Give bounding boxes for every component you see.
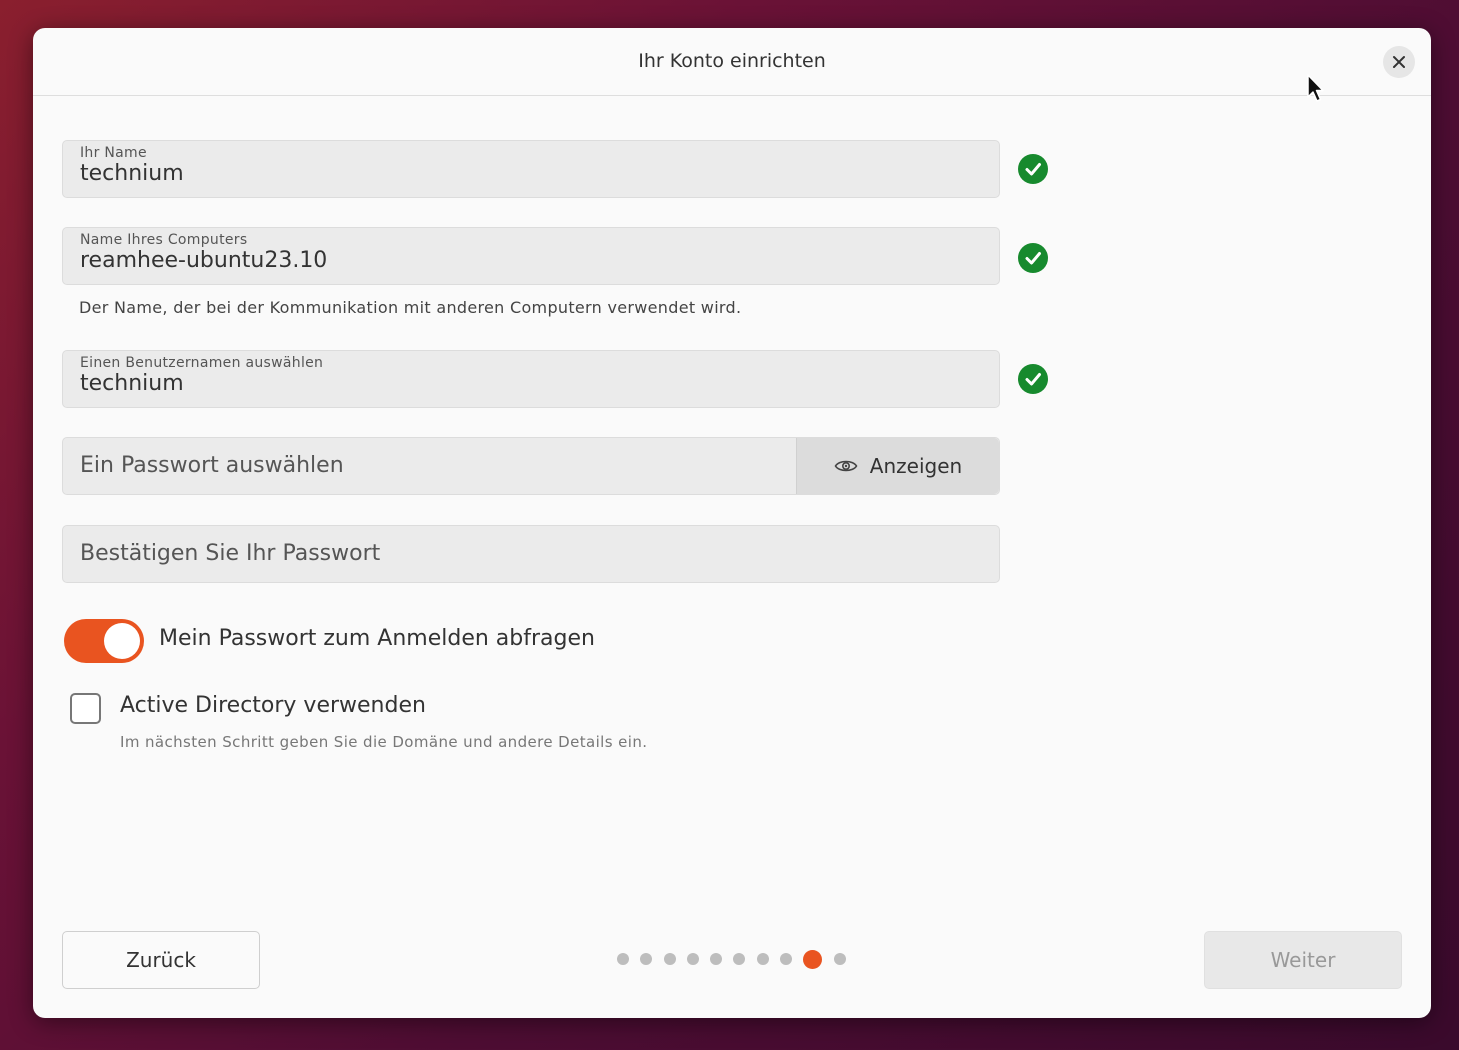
step-dot [640, 953, 653, 965]
back-button[interactable]: Zurück [62, 931, 260, 989]
step-dot [686, 953, 699, 965]
username-field-label: Einen Benutzernamen auswählen [80, 355, 324, 371]
eye-icon [834, 460, 858, 472]
dialog-header: Ihr Konto einrichten [33, 28, 1431, 96]
confirm-password-field[interactable]: Bestätigen Sie Ihr Passwort [62, 525, 1000, 583]
show-password-button[interactable]: Anzeigen [796, 438, 999, 494]
show-password-label: Anzeigen [869, 454, 963, 478]
step-dot [733, 953, 746, 965]
active-directory-label: Active Directory verwenden [120, 693, 426, 718]
computer-name-field-label: Name Ihres Computers [80, 232, 248, 248]
setup-account-dialog: Ihr Konto einrichten Ihr Name technium N… [33, 28, 1431, 1018]
mouse-cursor-icon [1307, 74, 1324, 102]
step-indicator [617, 949, 857, 969]
dialog-title: Ihr Konto einrichten [638, 50, 826, 72]
confirm-password-placeholder: Bestätigen Sie Ihr Passwort [80, 541, 381, 566]
name-field-value: technium [80, 161, 184, 186]
password-placeholder: Ein Passwort auswählen [80, 453, 344, 478]
name-valid-check-icon [1018, 154, 1048, 184]
username-field[interactable]: Einen Benutzernamen auswählen technium [62, 350, 1000, 408]
step-dot [617, 953, 629, 965]
name-field-label: Ihr Name [80, 145, 147, 161]
step-dot [710, 953, 723, 965]
computer-name-field[interactable]: Name Ihres Computers reamhee-ubuntu23.10 [62, 227, 1000, 285]
name-field[interactable]: Ihr Name technium [62, 140, 1000, 198]
step-dot [833, 953, 846, 965]
toggle-knob [104, 623, 140, 659]
active-directory-checkbox[interactable] [70, 693, 101, 724]
require-password-toggle[interactable] [64, 619, 144, 663]
step-dot [780, 953, 793, 965]
close-button[interactable] [1383, 46, 1415, 78]
password-field[interactable]: Ein Passwort auswählen Anzeigen [62, 437, 1000, 495]
computer-name-hint: Der Name, der bei der Kommunikation mit … [79, 298, 742, 317]
computer-name-field-value: reamhee-ubuntu23.10 [80, 248, 328, 273]
active-directory-hint: Im nächsten Schritt geben Sie die Domäne… [120, 733, 648, 751]
next-button[interactable]: Weiter [1204, 931, 1402, 989]
step-dot [663, 953, 676, 965]
require-password-label: Mein Passwort zum Anmelden abfragen [159, 626, 595, 651]
close-icon [1393, 56, 1405, 68]
username-valid-check-icon [1018, 364, 1048, 394]
step-dot-current [803, 949, 823, 969]
computer-name-valid-check-icon [1018, 243, 1048, 273]
username-field-value: technium [80, 371, 184, 396]
step-dot [756, 953, 769, 965]
